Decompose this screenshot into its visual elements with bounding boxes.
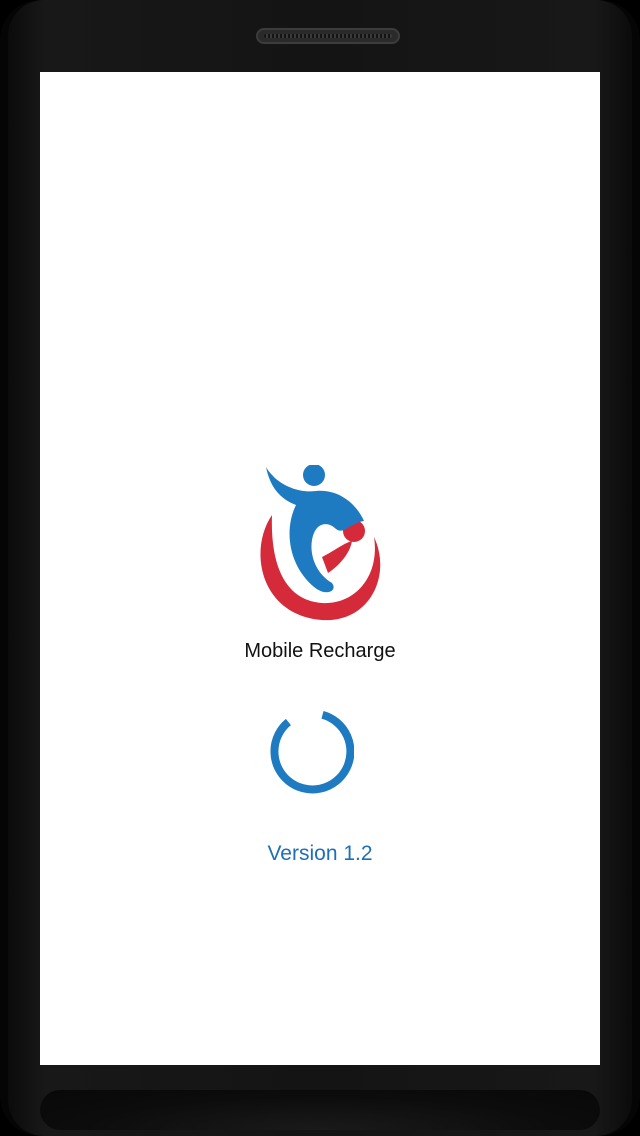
app-logo-icon	[260, 465, 381, 621]
device-frame: Mobile Recharge Version 1.2	[0, 0, 640, 1136]
earpiece-speaker	[256, 28, 400, 44]
version-label: Version 1.2	[267, 842, 373, 865]
splash-screen: Mobile Recharge Version 1.2	[40, 72, 600, 1065]
spinner-arc	[270, 710, 354, 794]
app-title: Mobile Recharge	[244, 640, 396, 662]
loading-spinner-icon	[270, 710, 354, 794]
logo-blue-head	[303, 465, 325, 486]
speaker-grille	[264, 34, 392, 38]
logo-red-arm	[322, 541, 352, 573]
bottom-bezel	[40, 1090, 600, 1130]
